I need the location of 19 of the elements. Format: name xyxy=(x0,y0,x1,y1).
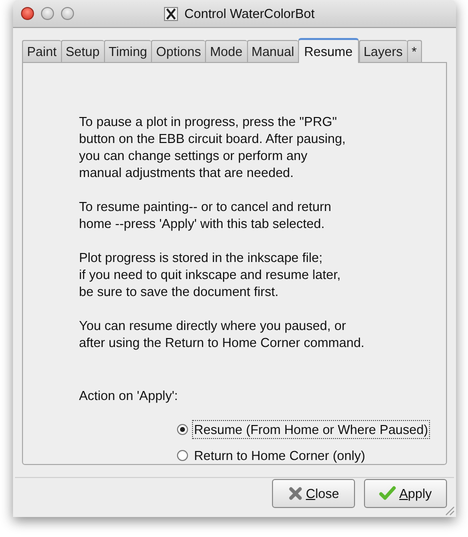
tab[interactable]: Resume xyxy=(298,38,359,63)
window-title: Control WaterColorBot xyxy=(184,4,315,23)
tab[interactable]: Layers xyxy=(358,40,407,62)
tab[interactable]: Mode xyxy=(204,40,246,62)
apply-button[interactable]: Apply xyxy=(364,479,447,508)
instruction-paragraph: Plot progress is stored in the inkscape file; if you need to quit inkscape and resume later, be sure to save the document first. xyxy=(79,249,342,300)
tab[interactable]: Setup xyxy=(60,40,104,62)
tab[interactable]: * xyxy=(406,40,422,62)
tab[interactable]: Manual xyxy=(246,40,298,62)
radio-label[interactable]: Resume (From Home or Where Paused) xyxy=(193,421,430,438)
close-button[interactable]: Close xyxy=(272,479,355,508)
instruction-paragraph: You can resume directly where you paused, or after using the Return to Home Corner command. xyxy=(79,317,366,351)
instruction-paragraph: To resume painting-- or to cancel and return home --press 'Apply' with this tab selected. xyxy=(79,198,332,232)
radio-label[interactable]: Return to Home Corner (only) xyxy=(193,447,366,464)
action-label: Action on 'Apply': xyxy=(79,387,179,404)
tab[interactable]: Paint xyxy=(22,40,61,62)
tab[interactable]: Timing xyxy=(104,40,152,62)
instruction-paragraph: To pause a plot in progress, press the "PRG" button on the EBB circuit board. After pausing, you can change settings or perform any manual adjustments that are needed. xyxy=(79,113,347,181)
tab[interactable]: Options xyxy=(151,40,205,62)
